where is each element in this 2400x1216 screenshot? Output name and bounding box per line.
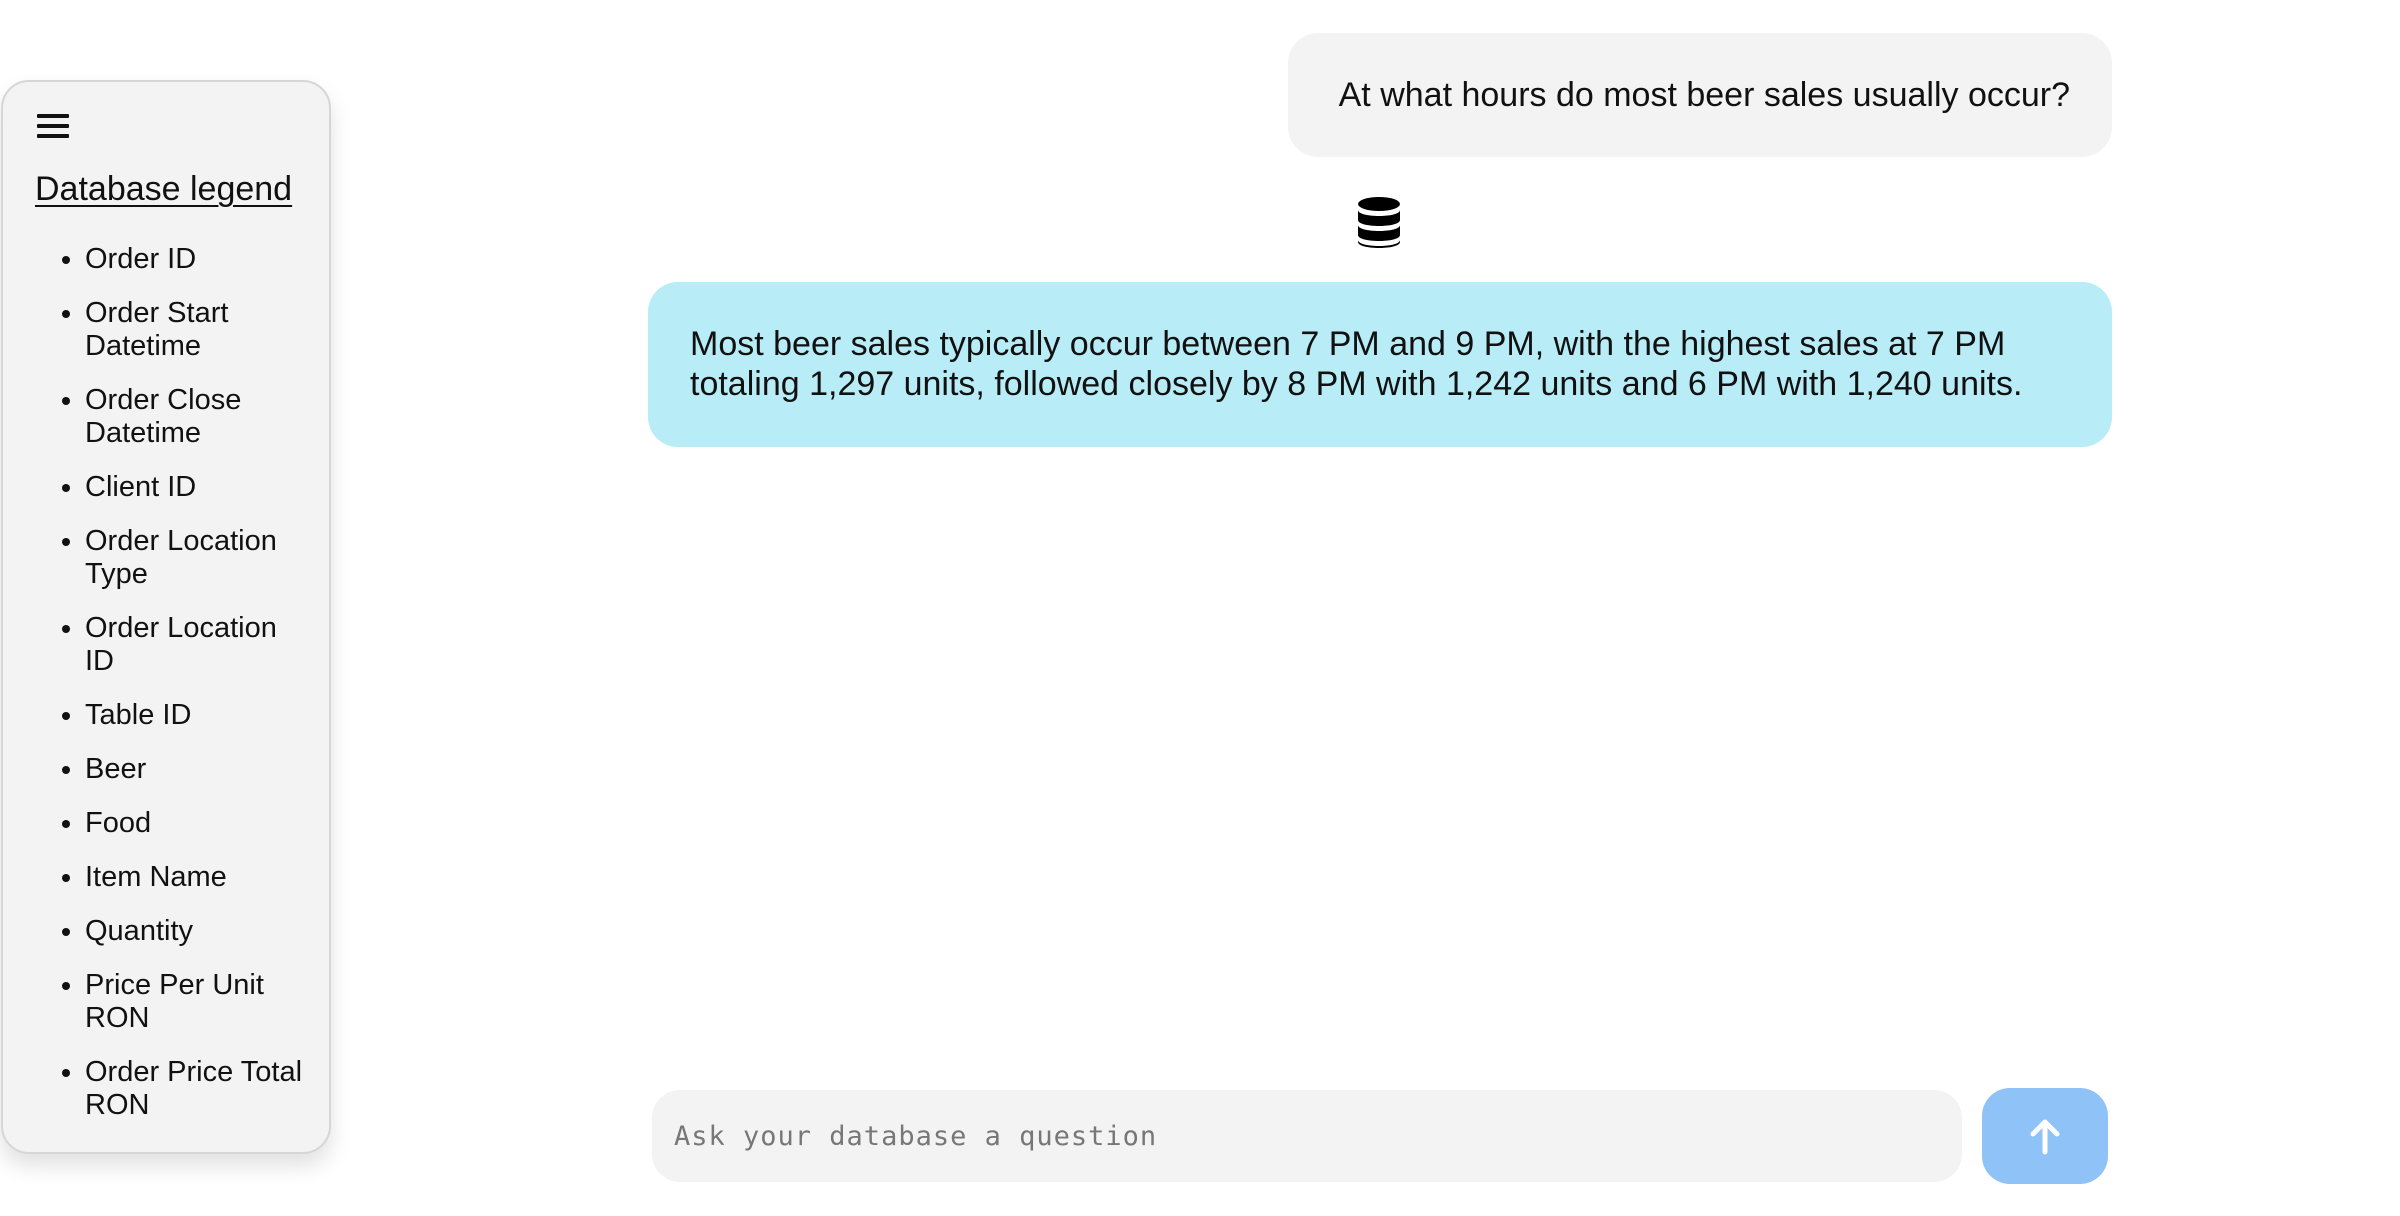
chat-page: Database legend Order ID Order Start Dat… — [0, 0, 2400, 1216]
legend-item-price-per-unit-ron: Price Per Unit RON — [85, 969, 309, 1035]
user-message-bubble: At what hours do most beer sales usually… — [1288, 33, 2112, 157]
hamburger-menu-icon[interactable] — [35, 108, 71, 144]
user-message-text: At what hours do most beer sales usually… — [1338, 75, 2070, 114]
legend-item-order-location-type: Order Location Type — [85, 525, 309, 591]
legend-list: Order ID Order Start Datetime Order Clos… — [35, 243, 309, 1122]
legend-item-client-id: Client ID — [85, 471, 309, 504]
legend-item-table-id: Table ID — [85, 699, 309, 732]
legend-item-order-id: Order ID — [85, 243, 309, 276]
question-input[interactable] — [652, 1090, 1962, 1182]
legend-item-order-price-total-ron: Order Price Total RON — [85, 1056, 309, 1122]
assistant-message-bubble: Most beer sales typically occur between … — [648, 282, 2112, 447]
arrow-up-icon — [2030, 1119, 2060, 1155]
legend-item-item-name: Item Name — [85, 861, 309, 894]
legend-item-order-start-datetime: Order Start Datetime — [85, 297, 309, 363]
legend-item-order-location-id: Order Location ID — [85, 612, 309, 678]
database-legend-panel: Database legend Order ID Order Start Dat… — [1, 80, 331, 1154]
legend-item-food: Food — [85, 807, 309, 840]
legend-item-quantity: Quantity — [85, 915, 309, 948]
legend-item-beer: Beer — [85, 753, 309, 786]
legend-title: Database legend — [35, 170, 293, 208]
legend-item-order-close-datetime: Order Close Datetime — [85, 384, 309, 450]
database-icon — [1358, 197, 1400, 248]
send-button[interactable] — [1982, 1088, 2108, 1184]
assistant-message-text: Most beer sales typically occur between … — [690, 325, 2023, 403]
